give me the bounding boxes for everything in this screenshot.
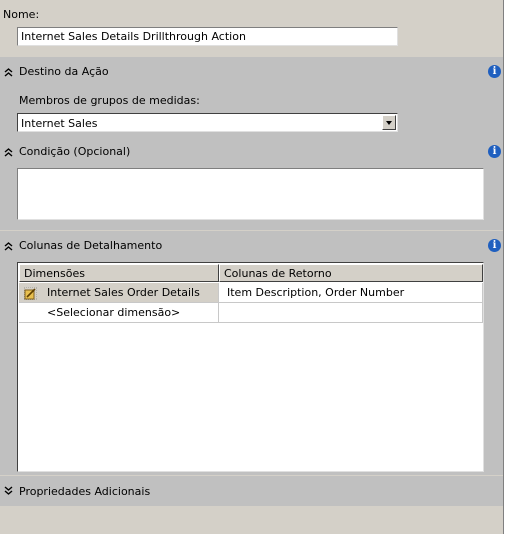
condition-section: Condição (Opcional) i [0,138,503,230]
collapse-chevron-icon[interactable] [4,241,13,251]
chevron-down-icon [386,121,392,125]
info-icon[interactable]: i [488,239,501,252]
condition-section-title: Condição (Opcional) [19,145,131,158]
action-editor-panel: Nome: Internet Sales Details Drillthroug… [0,0,503,534]
table-row-columns[interactable]: Item Description, Order Number [219,283,483,303]
name-label: Nome: [3,8,40,21]
info-icon[interactable]: i [488,145,501,158]
collapse-chevron-icon[interactable] [4,67,13,77]
select-dimension-row[interactable]: <Selecionar dimensão> [19,303,219,323]
name-field[interactable]: Internet Sales Details Drillthrough Acti… [17,27,398,46]
table-row-dimension[interactable]: Internet Sales Order Details [19,283,219,303]
collapse-chevron-icon[interactable] [4,147,13,157]
grid-header-dimensions[interactable]: Dimensões [19,264,219,282]
target-section-title: Destino da Ação [19,65,109,78]
dimension-edit-icon [24,287,37,300]
dropdown-button[interactable] [382,115,396,130]
measure-group-dropdown[interactable]: Internet Sales [17,113,398,132]
condition-textarea[interactable] [17,168,484,220]
info-icon[interactable]: i [488,65,501,78]
table-row-columns-empty[interactable] [219,303,483,323]
panel-edge [504,0,510,534]
drillthrough-section: Colunas de Detalhamento i Dimensões Colu… [0,231,503,475]
drillthrough-section-title: Colunas de Detalhamento [19,239,163,252]
drillthrough-grid: Dimensões Colunas de Retorno Internet Sa… [17,262,484,472]
grid-header-return-columns[interactable]: Colunas de Retorno [219,264,483,282]
expand-chevron-icon[interactable] [4,486,13,496]
additional-section: Propriedades Adicionais [0,476,503,506]
target-section: Destino da Ação i Membros de grupos de m… [0,57,503,138]
additional-section-title: Propriedades Adicionais [19,485,151,498]
measure-group-label: Membros de grupos de medidas: [19,94,200,107]
measure-group-value: Internet Sales [21,117,98,130]
